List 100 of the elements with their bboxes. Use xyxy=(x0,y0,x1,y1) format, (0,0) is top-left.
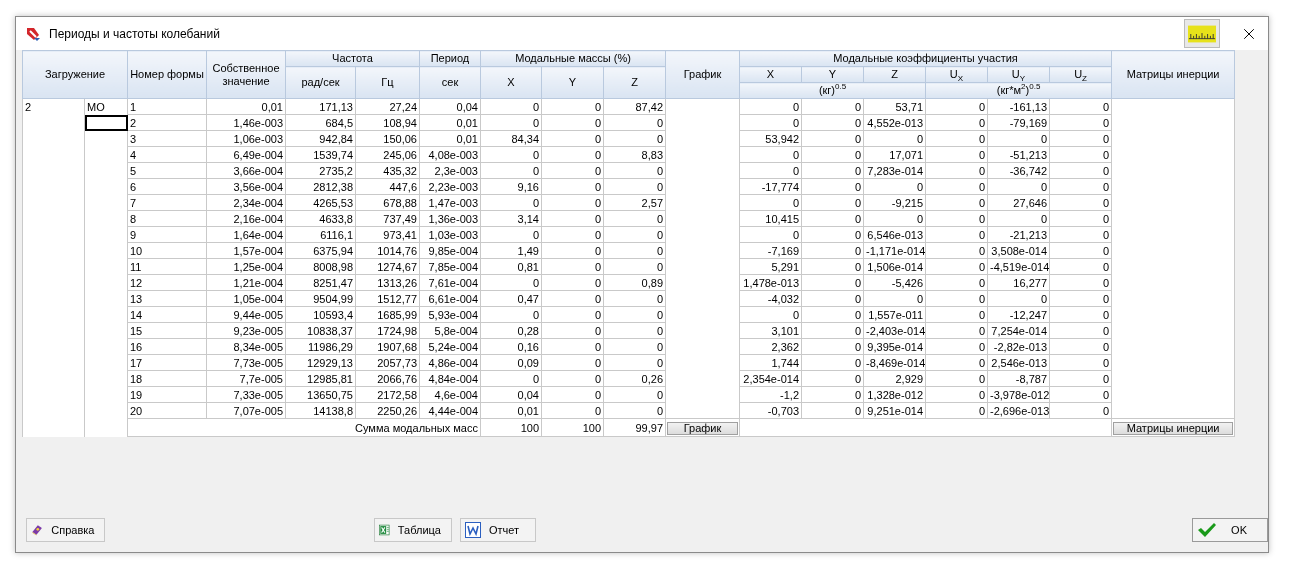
table-cell: 1539,74 xyxy=(285,146,356,163)
table-cell: 7,283e-014 xyxy=(863,162,926,179)
table-cell: 0 xyxy=(1049,178,1112,195)
table-cell: 0 xyxy=(801,370,864,387)
table-cell: 0 xyxy=(603,178,666,195)
spreadsheet-icon xyxy=(379,522,390,538)
table-cell: 0 xyxy=(925,130,988,147)
table-cell: 4,552e-013 xyxy=(863,114,926,131)
table-cell: 0 xyxy=(603,322,666,339)
table-cell: 3,66e-004 xyxy=(206,162,286,179)
column-header: Модальные коэффициенты участия xyxy=(739,50,1112,67)
table-cell: 4,86e-004 xyxy=(419,354,481,371)
table-cell: 1512,77 xyxy=(355,290,420,307)
table-cell: 100 xyxy=(480,418,542,437)
column-header: сек xyxy=(419,66,481,99)
table-cell: 2,354e-014 xyxy=(739,370,802,387)
table-cell: 8251,47 xyxy=(285,274,356,291)
table-cell: 17,071 xyxy=(863,146,926,163)
checkmark-icon xyxy=(1197,522,1217,538)
focused-cell[interactable] xyxy=(84,114,128,131)
table-cell: 0 xyxy=(603,114,666,131)
table-cell: 0,01 xyxy=(206,98,286,115)
table-cell: 7 xyxy=(127,194,207,211)
table-cell: -2,403e-014 xyxy=(863,322,926,339)
column-header: Собственное значение xyxy=(206,50,286,99)
table-cell: -5,426 xyxy=(863,274,926,291)
table-cell: 53,942 xyxy=(739,130,802,147)
table-cell: 1,06e-003 xyxy=(206,130,286,147)
table-cell: 0,04 xyxy=(480,386,542,403)
table-cell: 0 xyxy=(739,114,802,131)
table-cell: 9,16 xyxy=(480,178,542,195)
column-header: рад/сек xyxy=(285,66,356,99)
word-button[interactable]: Отчет xyxy=(460,518,536,542)
chart-button[interactable]: График xyxy=(667,421,738,435)
table-cell: 0 xyxy=(863,130,926,147)
table-cell: 0 xyxy=(603,210,666,227)
table-cell: 0 xyxy=(925,274,988,291)
table-cell: 0 xyxy=(1049,274,1112,291)
table-cell: 0 xyxy=(863,290,926,307)
table-cell: 0 xyxy=(925,354,988,371)
table-cell: 0 xyxy=(987,290,1050,307)
table-cell: 0 xyxy=(480,306,542,323)
table-cell: 1 xyxy=(127,98,207,115)
table-cell: 0,01 xyxy=(419,130,481,147)
table-cell: 0,09 xyxy=(480,354,542,371)
ruler-button[interactable] xyxy=(1184,19,1220,48)
table-cell: 2066,76 xyxy=(355,370,420,387)
table-cell: 0 xyxy=(1049,338,1112,355)
table-cell: 0,01 xyxy=(419,114,481,131)
table-cell: 4,6e-004 xyxy=(419,386,481,403)
table-cell: 1,36e-003 xyxy=(419,210,481,227)
table-cell: -4,032 xyxy=(739,290,802,307)
table-cell: 0 xyxy=(480,162,542,179)
table-cell: 0 xyxy=(925,162,988,179)
table-cell: 0 xyxy=(801,402,864,419)
table-cell: 0 xyxy=(603,306,666,323)
table-cell: 1,47e-003 xyxy=(419,194,481,211)
table-cell: 0 xyxy=(925,306,988,323)
table-cell: 6116,1 xyxy=(285,226,356,243)
table-cell: 0 xyxy=(480,114,542,131)
table-cell: 1274,67 xyxy=(355,258,420,275)
table-cell: 2,16e-004 xyxy=(206,210,286,227)
table-cell: 5,291 xyxy=(739,258,802,275)
table-cell: -8,787 xyxy=(987,370,1050,387)
table-cell: 4,44e-004 xyxy=(419,402,481,419)
column-header: Z xyxy=(603,66,666,99)
table-cell: 11 xyxy=(127,258,207,275)
table-cell: 0 xyxy=(925,146,988,163)
table-cell: 2 xyxy=(127,114,207,131)
inertia-matrices-button[interactable]: Матрицы инерции xyxy=(1113,421,1234,435)
table-cell: -21,213 xyxy=(987,226,1050,243)
table-cell: 10,415 xyxy=(739,210,802,227)
table-cell: 0 xyxy=(1049,386,1112,403)
table-cell: 14138,8 xyxy=(285,402,356,419)
table-cell: 0,01 xyxy=(480,402,542,419)
table-cell: 2,23e-003 xyxy=(419,178,481,195)
table-cell: 19 xyxy=(127,386,207,403)
table-cell: 0 xyxy=(480,274,542,291)
table-cell: 0 xyxy=(603,290,666,307)
table-cell: 0 xyxy=(801,98,864,115)
table-cell: 0 xyxy=(1049,226,1112,243)
table-cell: 9,85e-004 xyxy=(419,242,481,259)
table-cell: 0 xyxy=(925,178,988,195)
table-cell: -1,171e-014 xyxy=(863,242,926,259)
excel-button[interactable]: Таблица xyxy=(374,518,452,542)
table-cell: 1,57e-004 xyxy=(206,242,286,259)
table-cell: 0 xyxy=(925,370,988,387)
table-cell: 2172,58 xyxy=(355,386,420,403)
help-button[interactable]: Справка xyxy=(26,518,106,542)
table-cell: 0 xyxy=(603,386,666,403)
table-cell: 0 xyxy=(1049,258,1112,275)
table-cell: 0 xyxy=(801,290,864,307)
table-cell: 0 xyxy=(925,258,988,275)
table-cell: 0 xyxy=(541,338,604,355)
table-cell: 0 xyxy=(925,98,988,115)
table-cell: 0 xyxy=(480,146,542,163)
table-cell: 0 xyxy=(541,258,604,275)
table-cell: 7,33e-005 xyxy=(206,386,286,403)
table-cell: -0,703 xyxy=(739,402,802,419)
ok-button[interactable]: OK xyxy=(1192,518,1268,542)
